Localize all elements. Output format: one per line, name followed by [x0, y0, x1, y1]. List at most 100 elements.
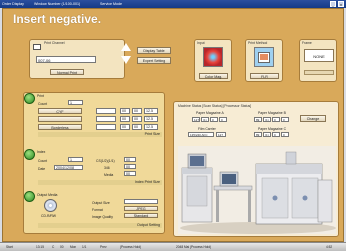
format-select[interactable]: JPEG — [124, 206, 158, 211]
order-settings-panel: Print Count 1 CYF Borderless 00 00 12.5 … — [23, 92, 165, 234]
print-count-input[interactable]: 1 — [68, 100, 83, 105]
window-titlebar: Order Display Window Number (1/100-001) … — [0, 0, 346, 8]
print-cell[interactable]: 12.5 — [144, 124, 158, 130]
index-count-input[interactable]: 1 — [68, 157, 83, 162]
print-cell[interactable]: 00 — [120, 116, 130, 122]
color-mag-icon[interactable] — [203, 47, 223, 67]
print-cell[interactable]: 00 — [132, 116, 142, 122]
index-row-label: 346 — [104, 166, 110, 170]
film-carrier-label: Film Carrier — [198, 127, 216, 131]
paper-magazine-c-label: Paper Magazine C — [258, 127, 287, 131]
output-size-label: Output Size — [92, 201, 110, 205]
output-setting-bar[interactable]: Output Setting — [38, 223, 162, 228]
expert-setting-button[interactable]: Expert Setting — [137, 57, 171, 64]
print-option-blank[interactable] — [38, 116, 82, 122]
close-button[interactable]: x — [338, 1, 344, 7]
minilab-machine-illustration — [178, 146, 336, 234]
index-date-input[interactable]: 2004/12/08 — [54, 165, 83, 170]
paper-magazine-a-label: Paper Magazine A — [196, 111, 224, 115]
index-count-label: Count — [38, 159, 48, 163]
print-blank-cell[interactable] — [96, 108, 116, 114]
print-cell[interactable]: 00 — [120, 108, 130, 114]
mag-a-value: 127 — [192, 117, 200, 122]
taskbar-item: (Process Hold) — [120, 245, 142, 249]
mag-c-value: 0 — [281, 132, 289, 137]
channel-down-icon[interactable] — [121, 56, 131, 64]
taskbar-item: 1/1 — [82, 245, 87, 249]
print-channel-panel: Print Channel 007-06 Normal Print — [29, 39, 125, 79]
taskbar-item[interactable]: Prev — [100, 245, 107, 249]
taskbar-item: 00 — [60, 245, 64, 249]
index-cell[interactable]: 00 — [124, 157, 136, 162]
print-cell[interactable]: 00 — [120, 124, 130, 130]
input-panel: Input Color Mag. — [194, 39, 232, 82]
cd-disc-icon[interactable] — [44, 199, 57, 212]
print-blank-cell[interactable] — [96, 124, 116, 130]
taskbar-clock: 4:52 — [326, 245, 333, 249]
input-header: Input — [197, 41, 205, 45]
printer-icon — [33, 44, 41, 50]
film-carrier-value: 135/240 AFC — [188, 132, 214, 137]
frame-option-bar[interactable] — [304, 70, 334, 75]
page-title: Insert negative. — [13, 12, 102, 26]
tab-window-number[interactable]: Window Number (1/100-001) — [34, 2, 80, 6]
output-status-icon — [24, 191, 35, 202]
index-cell[interactable]: 00 — [124, 164, 136, 169]
machine-status-panel: Machine Status [Scan Status] [Processor … — [173, 101, 339, 237]
taskbar-item: C — [52, 245, 55, 249]
print-label: Print — [37, 94, 44, 98]
mag-b-value: 0 — [281, 117, 289, 122]
print-cell[interactable]: 00 — [132, 108, 142, 114]
taskbar-item: 2048 Mai (Process Hold) — [176, 245, 212, 249]
print-method-header: Print Method — [248, 41, 268, 45]
frame-header: Frame — [302, 41, 312, 45]
app-main: Insert negative. Print Channel 007-06 No… — [2, 8, 344, 242]
minimize-button[interactable]: _ — [330, 1, 336, 7]
color-mag-button[interactable]: Color Mag. — [199, 73, 228, 79]
mag-a-value: (1) — [201, 117, 209, 122]
print-channel-header: Print Channel — [44, 41, 65, 45]
mag-a-value: 0 — [210, 117, 218, 122]
print-channel-input[interactable]: 007-06 — [36, 56, 96, 63]
output-size-input[interactable] — [124, 199, 158, 204]
paper-magazine-b-label: Paper Magazine B — [258, 111, 286, 115]
tab-order-display[interactable]: Order Display — [2, 2, 24, 6]
taskbar-item: 13:15 — [36, 245, 44, 249]
print-cell[interactable]: 12.5 — [144, 116, 158, 122]
print-option-cyf[interactable]: CYF — [38, 108, 82, 114]
print-blank-cell[interactable] — [96, 116, 116, 122]
photo-print-icon[interactable] — [254, 47, 274, 67]
index-status-icon — [24, 149, 35, 160]
index-date-label: Date — [38, 167, 46, 171]
print-method-panel: Print Method FLR — [245, 39, 283, 82]
index-cell[interactable]: 00 — [124, 171, 136, 176]
taskbar: Start 13:15 C 00 Mon 1/1 Prev (Process H… — [0, 242, 346, 251]
display-table-button[interactable]: Display Table — [137, 47, 171, 54]
mag-c-value: (1) — [263, 132, 271, 137]
channel-up-icon[interactable] — [121, 43, 131, 51]
print-cell[interactable]: 12.5 — [144, 108, 158, 114]
frame-none-button[interactable]: NONE — [304, 49, 334, 62]
print-cell[interactable]: 00 — [132, 124, 142, 130]
change-button[interactable]: Change — [300, 115, 326, 122]
mag-c-value: 0 — [272, 132, 280, 137]
mag-a-value: 0 — [219, 117, 227, 122]
disc-label: CD-R/RW — [41, 214, 57, 218]
print-size-bar: Print Size — [38, 132, 162, 137]
mag-b-value: 0 — [272, 117, 280, 122]
print-count-label: Count — [38, 102, 48, 106]
mag-c-value: 89 — [254, 132, 262, 137]
taskbar-item: Mon — [70, 245, 77, 249]
index-label: Index — [37, 150, 46, 154]
frame-panel: Frame NONE — [299, 39, 337, 82]
tab-service-mode[interactable]: Service Mode — [100, 2, 122, 6]
print-option-borderless[interactable]: Borderless — [38, 124, 82, 130]
taskbar-start[interactable]: Start — [6, 245, 13, 249]
mag-b-value: 89 — [254, 117, 262, 122]
format-label: Format — [92, 208, 103, 212]
image-quality-select[interactable]: Standard — [124, 213, 158, 218]
output-media-label: Output Media — [37, 193, 58, 197]
normal-print-button[interactable]: Normal Print — [50, 69, 84, 75]
print-status-icon — [24, 93, 35, 104]
flr-button[interactable]: FLR — [250, 73, 279, 79]
